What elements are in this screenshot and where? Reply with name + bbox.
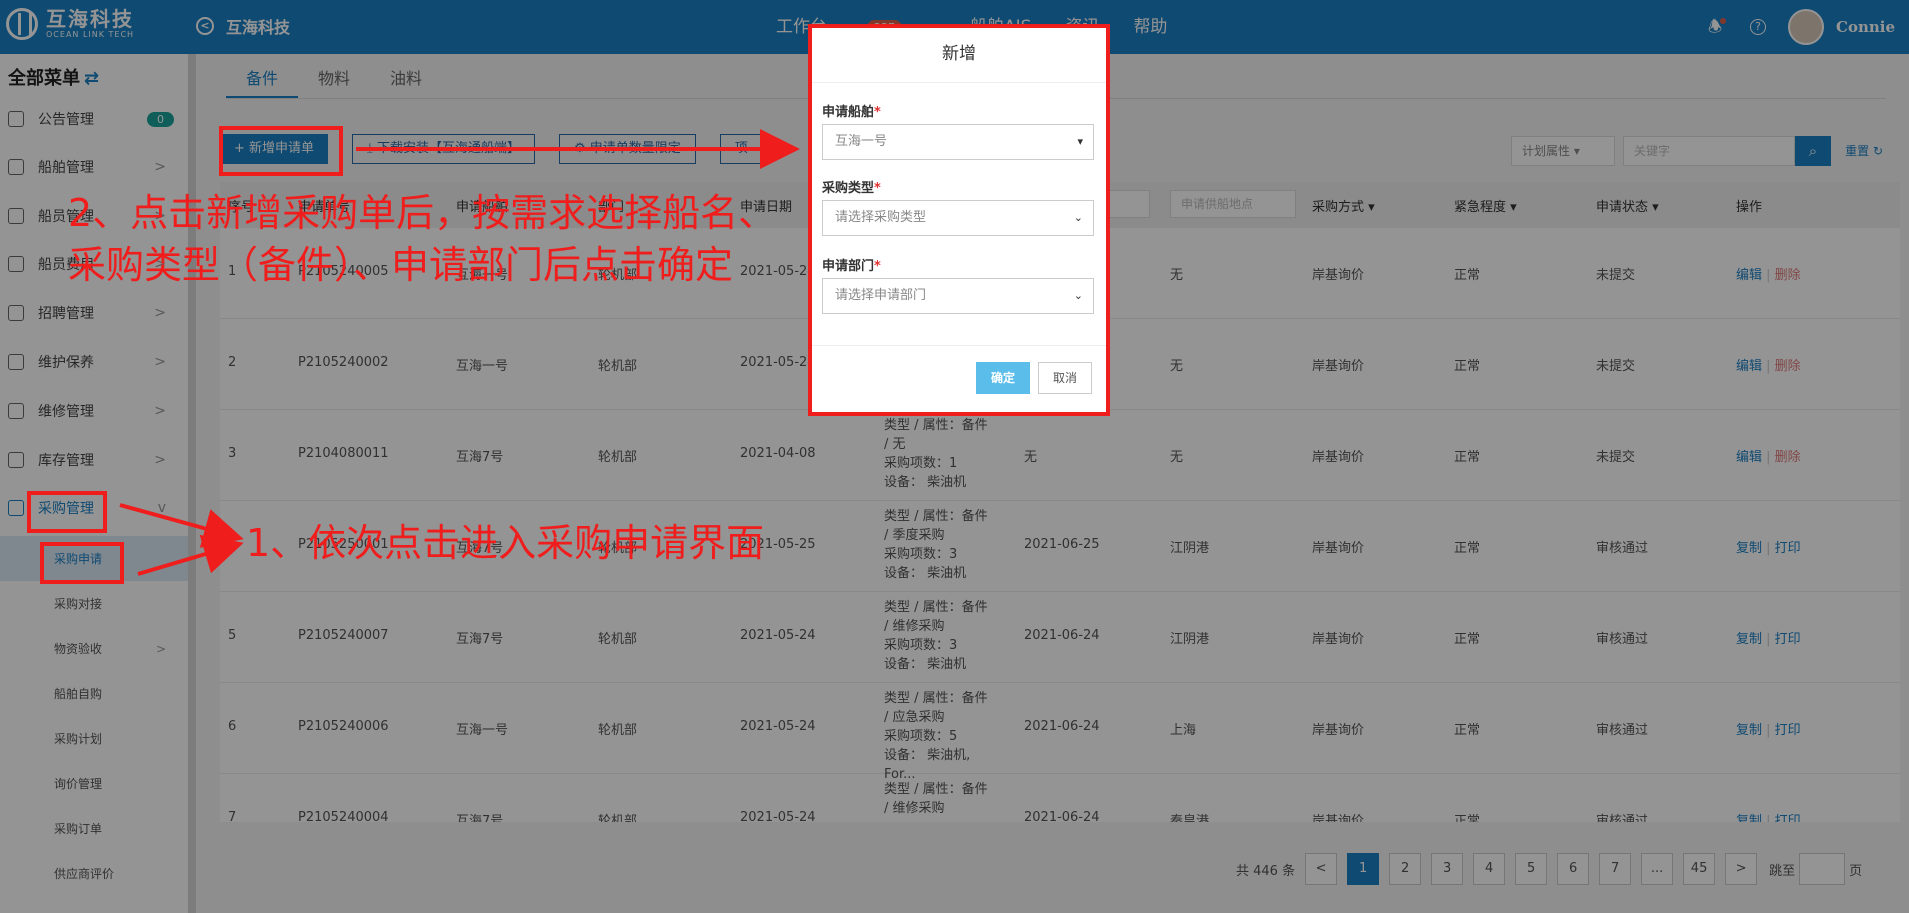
annotation-step2-line2: 采购类型（备件）、申请部门后点击确定 [68,243,734,287]
annotation-arrows [119,129,800,576]
annotation-step1: 1、依次点击进入采购申请界面 [246,521,765,565]
arrow-submenu [137,534,244,576]
annotation-step2-line1: 2、点击新增采购单后，按需求选择船名、 [68,191,777,235]
arrow-menu [119,503,244,548]
